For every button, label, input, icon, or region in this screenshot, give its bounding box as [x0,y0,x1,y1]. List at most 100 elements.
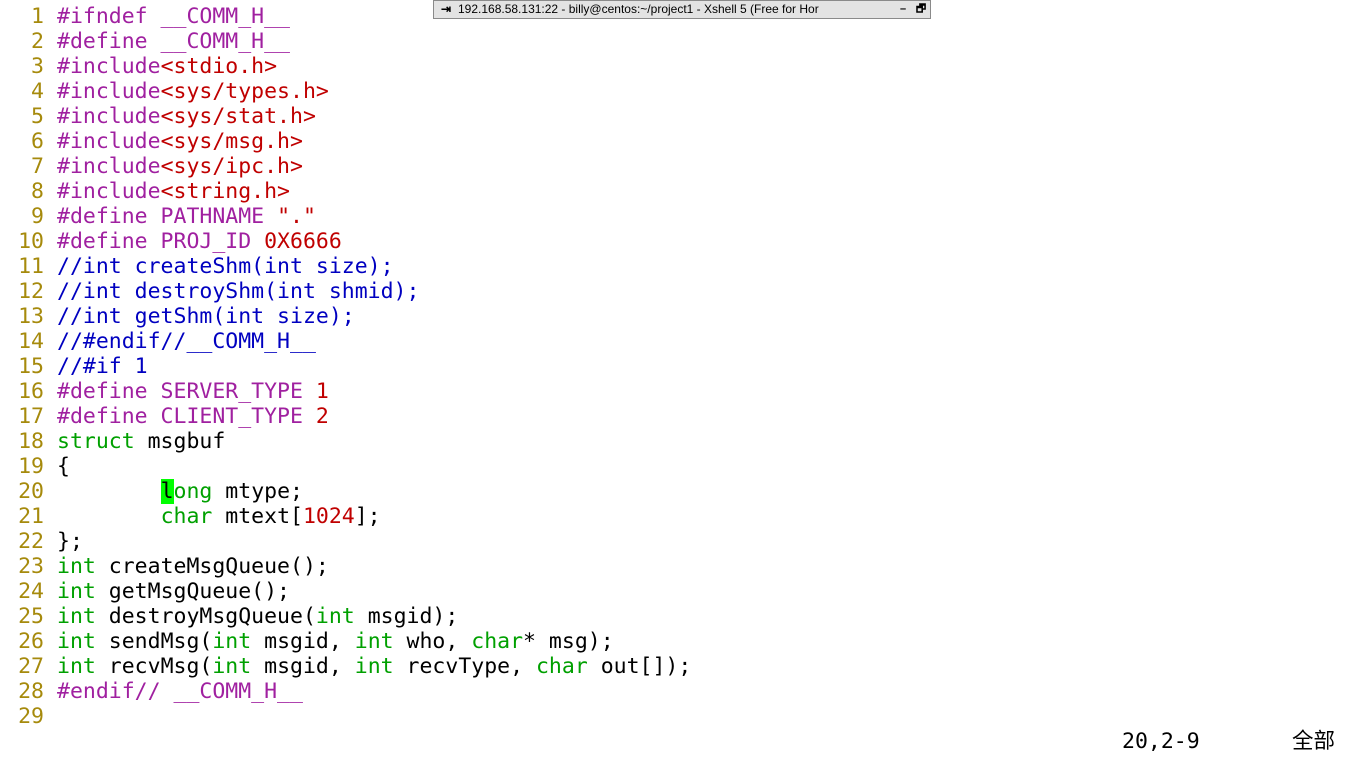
code-token-number: 1 [315,379,329,404]
code-token-string: <sys/stat.h> [160,104,316,129]
code-token-normal: }; [57,529,83,554]
code-token-number: 0X6666 [264,229,342,254]
code-line[interactable]: 26 int sendMsg(int msgid, int who, char* … [0,629,1366,654]
pin-icon[interactable]: ⇥ [434,1,458,18]
cursor-position-indicator: 20,2-9 [1122,729,1200,754]
code-token-type: int [315,604,355,629]
code-line[interactable]: 20 long mtype; [0,479,1366,504]
code-token-normal: msgid, [251,629,355,654]
line-number: 28 [18,679,44,704]
code-line[interactable]: 29 [0,704,1366,729]
line-number: 24 [18,579,44,604]
line-number: 22 [18,529,44,554]
vim-status-line: 20,2-9 全部 [0,729,1366,754]
code-line[interactable]: 25 int destroyMsgQueue(int msgid); [0,604,1366,629]
code-line[interactable]: 27 int recvMsg(int msgid, int recvType, c… [0,654,1366,679]
code-token-string: <sys/types.h> [160,79,329,104]
code-token-normal: msgid); [354,604,459,629]
code-token-type: char [160,504,213,529]
code-token-preproc: #include [57,129,161,154]
code-line[interactable]: 28 #endif// __COMM_H__ [0,679,1366,704]
code-token-preproc: #ifndef __COMM_H__ [57,4,290,29]
code-line[interactable]: 13 //int getShm(int size); [0,304,1366,329]
code-token-normal: msgid, [251,654,355,679]
line-number: 17 [18,404,44,429]
code-token-preproc: #endif// __COMM_H__ [57,679,303,704]
code-token-comment: //int createShm(int size); [57,254,394,279]
line-number: 8 [31,179,44,204]
code-line[interactable]: 16 #define SERVER_TYPE 1 [0,379,1366,404]
restore-icon[interactable]: 🗗 [912,1,930,18]
line-number: 20 [18,479,44,504]
line-number: 14 [18,329,44,354]
code-token-type: int [354,629,394,654]
code-line[interactable]: 7 #include<sys/ipc.h> [0,154,1366,179]
code-line[interactable]: 22}; [0,529,1366,554]
line-number: 12 [18,279,44,304]
code-token-comment: //int getShm(int size); [57,304,355,329]
code-token-comment: //int destroyShm(int shmid); [57,279,420,304]
line-number: 15 [18,354,44,379]
code-line[interactable]: 2 #define __COMM_H__ [0,29,1366,54]
code-token-type: int [57,654,96,679]
code-token-normal: recvType, [393,654,536,679]
code-line[interactable]: 24 int getMsgQueue(); [0,579,1366,604]
line-number: 27 [18,654,44,679]
code-token-normal: destroyMsgQueue( [95,604,316,629]
vim-editor-buffer[interactable]: 1 #ifndef __COMM_H__ 2 #define __COMM_H__ 3 #… [0,4,1366,729]
code-token-normal: ]; [354,504,381,529]
code-token-type: int [212,654,252,679]
code-line[interactable]: 3 #include<stdio.h> [0,54,1366,79]
code-line[interactable]: 19 { [0,454,1366,479]
code-line[interactable]: 17 #define CLIENT_TYPE 2 [0,404,1366,429]
code-token-normal: who, [393,629,472,654]
code-line[interactable]: 8 #include<string.h> [0,179,1366,204]
code-line[interactable]: 11 //int createShm(int size); [0,254,1366,279]
code-token-type: int [57,554,96,579]
code-token-normal: getMsgQueue(); [95,579,291,604]
line-number: 3 [31,54,44,79]
code-line[interactable]: 6 #include<sys/msg.h> [0,129,1366,154]
code-line[interactable]: 18 struct msgbuf [0,429,1366,454]
line-number: 11 [18,254,44,279]
code-token-type: int [57,604,96,629]
code-line[interactable]: 5 #include<sys/stat.h> [0,104,1366,129]
code-line[interactable]: 23 int createMsgQueue(); [0,554,1366,579]
text-cursor: l [160,479,174,504]
line-number: 16 [18,379,44,404]
code-line[interactable]: 15 //#if 1 [0,354,1366,379]
code-token-normal [57,504,161,529]
code-token-normal: mtext[ [212,504,303,529]
line-number: 25 [18,604,44,629]
xshell-title-bar[interactable]: ⇥ 192.168.58.131:22 - billy@centos:~/pro… [433,0,931,19]
code-token-preproc: #include [57,104,161,129]
code-token-type: ong [173,479,213,504]
code-token-type: int [57,579,96,604]
code-token-preproc: #define PROJ_ID [57,229,265,254]
line-number: 21 [18,504,44,529]
code-line[interactable]: 4 #include<sys/types.h> [0,79,1366,104]
code-token-string: <stdio.h> [160,54,278,79]
line-number: 9 [31,204,44,229]
code-line[interactable]: 14 //#endif//__COMM_H__ [0,329,1366,354]
line-number: 4 [31,79,44,104]
code-line[interactable]: 12 //int destroyShm(int shmid); [0,279,1366,304]
code-token-comment: //#endif//__COMM_H__ [57,329,316,354]
code-token-preproc: #include [57,179,161,204]
line-number: 26 [18,629,44,654]
scroll-position-indicator: 全部 [1292,729,1336,754]
code-token-normal: sendMsg( [95,629,213,654]
code-line[interactable]: 21 char mtext[1024]; [0,504,1366,529]
code-token-type: int [212,629,252,654]
code-token-preproc: #define __COMM_H__ [57,29,290,54]
code-token-type: int [354,654,394,679]
minimize-icon[interactable]: – [894,1,912,18]
line-number: 29 [18,704,44,729]
code-token-preproc: #include [57,79,161,104]
code-line[interactable]: 9 #define PATHNAME "." [0,204,1366,229]
code-token-type: char [471,629,524,654]
line-number: 2 [31,29,44,54]
line-number: 1 [31,4,44,29]
code-line[interactable]: 10 #define PROJ_ID 0X6666 [0,229,1366,254]
line-number: 7 [31,154,44,179]
